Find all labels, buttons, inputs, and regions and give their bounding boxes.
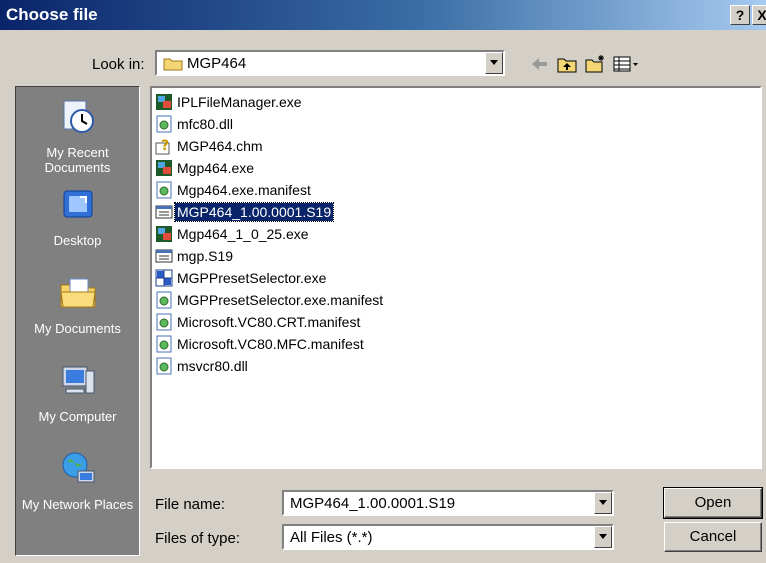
s19-file-icon [155,249,173,263]
file-name: MGP464_1.00.0001.S19 [173,202,335,222]
title-bar[interactable]: Choose file ? X [0,0,766,30]
place-label: My Computer [38,409,117,424]
close-button[interactable]: X [752,5,766,25]
exe-app-icon [156,94,172,110]
folder-icon [163,58,183,71]
help-button[interactable]: ? [730,5,750,25]
dll-icon [156,313,172,331]
new-folder-icon[interactable] [584,54,606,74]
exe-app-icon [156,226,172,242]
place-label: My Network Places [21,497,134,512]
list-item[interactable]: Microsoft.VC80.MFC.manifest [155,333,366,355]
file-name: Mgp464.exe.manifest [177,182,311,198]
file-name: msvcr80.dll [177,358,248,374]
place-my-computer[interactable]: My Computer [16,361,139,424]
places-bar: My Recent Documents Desktop My Documents [15,86,140,556]
dll-icon [156,291,172,309]
list-item[interactable]: Microsoft.VC80.CRT.manifest [155,311,362,333]
my-computer-icon [62,366,94,394]
file-type-dropdown-button[interactable] [594,526,612,548]
list-item[interactable]: mgp.S19 [155,245,235,267]
list-item[interactable]: mfc80.dll [155,113,235,135]
exe-app-icon [156,160,172,176]
file-name: Microsoft.VC80.MFC.manifest [177,336,364,352]
help-file-icon: ? [155,138,170,155]
look-in-value: MGP464 [187,55,247,72]
place-my-documents[interactable]: My Documents [16,273,139,336]
look-in-dropdown-button[interactable] [485,52,503,74]
back-arrow-icon[interactable] [528,54,550,74]
choose-file-dialog: Choose file ? X Look in: MGP464 My Recen… [0,0,766,563]
file-name: Microsoft.VC80.CRT.manifest [177,314,361,330]
view-menu-icon[interactable] [612,54,640,74]
exe-grid-icon [155,269,173,287]
dll-icon [156,357,172,375]
look-in-combo[interactable]: MGP464 [155,50,505,76]
network-places-icon [62,452,94,483]
place-label: My Documents [34,321,121,336]
file-type-label: Files of type: [155,530,241,547]
desktop-icon [63,190,92,218]
list-item[interactable]: msvcr80.dll [155,355,250,377]
s19-file-icon [155,205,173,219]
dll-icon [156,335,172,353]
file-name: MGPPresetSelector.exe [177,270,327,286]
file-name: Mgp464_1_0_25.exe [177,226,309,242]
dll-icon [156,115,172,133]
dll-icon [156,181,172,199]
file-type-select[interactable]: All Files (*.*) [282,524,614,550]
file-name: MGPPresetSelector.exe.manifest [177,292,384,308]
list-item[interactable]: IPLFileManager.exe [155,91,304,113]
list-item[interactable]: Mgp464.exe.manifest [155,179,313,201]
file-name: IPLFileManager.exe [177,94,302,110]
file-name-dropdown-button[interactable] [594,492,612,514]
file-name-value: MGP464_1.00.0001.S19 [290,495,456,512]
my-documents-icon [59,278,96,308]
file-name-input[interactable]: MGP464_1.00.0001.S19 [282,490,614,516]
list-item[interactable]: ? MGP464.chm [155,135,265,157]
list-item-selected[interactable]: MGP464_1.00.0001.S19 [155,201,335,223]
file-name: mfc80.dll [177,116,234,132]
recent-documents-icon [63,100,94,133]
list-item[interactable]: MGPPresetSelector.exe.manifest [155,289,385,311]
list-item[interactable]: MGPPresetSelector.exe [155,267,328,289]
place-my-network-places[interactable]: My Network Places [16,449,139,512]
up-folder-icon[interactable] [556,54,578,74]
file-name: mgp.S19 [177,248,234,264]
dialog-title: Choose file [6,5,98,24]
cancel-button[interactable]: Cancel [664,522,762,552]
file-type-value: All Files (*.*) [290,529,373,546]
file-name-label: File name: [155,496,226,513]
svg-text:?: ? [161,138,169,154]
place-desktop[interactable]: Desktop [16,185,139,248]
file-name: MGP464.chm [177,138,263,154]
place-label: Desktop [53,233,102,248]
list-item[interactable]: Mgp464_1_0_25.exe [155,223,311,245]
open-button[interactable]: Open [663,487,763,519]
file-list[interactable]: IPLFileManager.exe mfc80.dll ? MGP464.ch… [150,86,762,469]
look-in-label: Look in: [92,56,145,73]
list-item[interactable]: Mgp464.exe [155,157,256,179]
file-name: Mgp464.exe [177,160,255,176]
place-my-recent-documents[interactable]: My Recent Documents [16,97,139,175]
place-label: My Recent Documents [44,145,111,175]
